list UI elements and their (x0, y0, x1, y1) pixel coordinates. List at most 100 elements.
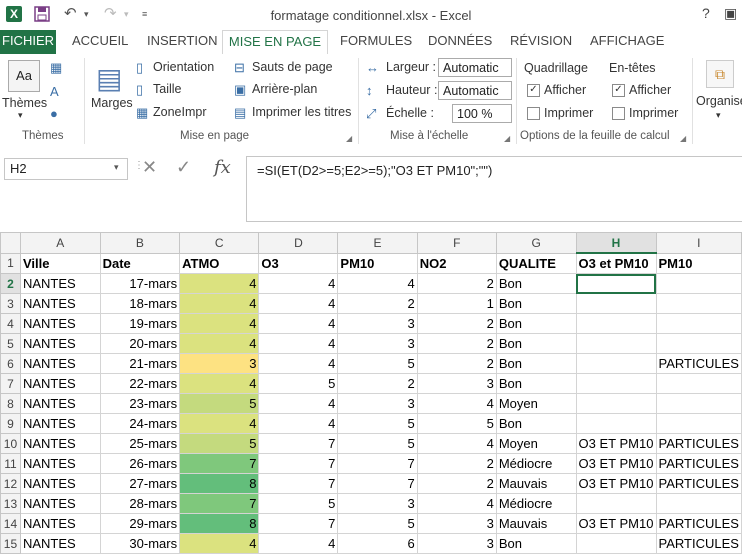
arrange-button[interactable]: Organiser (696, 94, 742, 108)
cell-no2[interactable]: 4 (416, 493, 497, 514)
row-header[interactable]: 7 (0, 373, 21, 394)
cell-ville[interactable]: NANTES (19, 393, 101, 414)
cell-pm[interactable]: PARTICULES (655, 353, 742, 374)
cell-ville[interactable]: NANTES (19, 493, 101, 514)
cell-o3[interactable]: 7 (258, 453, 339, 474)
cell-date[interactable]: 21-mars (99, 353, 181, 374)
header-cell-no2[interactable]: NO2 (416, 252, 497, 274)
cell-date[interactable]: 23-mars (99, 393, 181, 414)
cell-no2[interactable]: 2 (416, 313, 497, 334)
cell-no2[interactable]: 4 (416, 433, 497, 454)
cell-date[interactable]: 20-mars (99, 333, 181, 354)
cell-pm[interactable]: PARTICULES (655, 473, 742, 494)
cell-no2[interactable]: 3 (416, 513, 497, 534)
cell-o3pm10[interactable] (575, 373, 657, 394)
cell-pm10[interactable]: 5 (337, 413, 418, 434)
column-header-e[interactable]: E (337, 232, 418, 254)
cell-ville[interactable]: NANTES (19, 413, 101, 434)
fonts-icon[interactable]: A (50, 84, 59, 99)
cell-pm10[interactable]: 3 (337, 493, 418, 514)
row-header[interactable]: 3 (0, 293, 21, 314)
cell-o3[interactable]: 4 (258, 333, 339, 354)
gridlines-print-checkbox[interactable] (527, 107, 540, 120)
tab-revision[interactable]: RÉVISION (500, 30, 582, 54)
cell-o3pm10[interactable]: O3 ET PM10 (575, 453, 657, 474)
cell-date[interactable]: 25-mars (99, 433, 181, 454)
background-icon[interactable]: ▣ (234, 82, 246, 98)
cell-ville[interactable]: NANTES (19, 473, 101, 494)
cell-no2[interactable]: 2 (416, 453, 497, 474)
cell-atmo[interactable]: 4 (179, 373, 260, 394)
cell-o3pm10[interactable] (575, 313, 657, 334)
column-header-f[interactable]: F (416, 232, 497, 254)
colors-icon[interactable]: ▦ (50, 60, 62, 76)
width-select[interactable]: Automatic (438, 58, 512, 77)
sheet-options-launcher-icon[interactable]: ◢ (680, 134, 686, 143)
cell-pm[interactable]: PARTICULES (655, 533, 742, 554)
cell-ville[interactable]: NANTES (19, 513, 101, 534)
cell-date[interactable]: 29-mars (99, 513, 181, 534)
cell-atmo[interactable]: 7 (179, 453, 260, 474)
cell-qualite[interactable]: Moyen (495, 433, 577, 454)
column-header-h[interactable]: H (575, 232, 657, 254)
cell-qualite[interactable]: Moyen (495, 393, 577, 414)
cell-o3[interactable]: 4 (258, 413, 339, 434)
cell-atmo[interactable]: 8 (179, 513, 260, 534)
header-cell-pm10[interactable]: PM10 (337, 252, 418, 274)
cell-o3[interactable]: 4 (258, 533, 339, 554)
cell-ville[interactable]: NANTES (19, 353, 101, 374)
cell-qualite[interactable]: Mauvais (495, 473, 577, 494)
cell-date[interactable]: 27-mars (99, 473, 181, 494)
column-header-g[interactable]: G (495, 232, 577, 254)
cell-ville[interactable]: NANTES (19, 453, 101, 474)
cell-pm[interactable]: PARTICULES (655, 453, 742, 474)
column-header-a[interactable]: A (19, 232, 101, 254)
background-button[interactable]: Arrière-plan (252, 82, 317, 96)
ribbon-display-options-icon[interactable]: ▣ (724, 5, 737, 22)
cell-date[interactable]: 22-mars (99, 373, 181, 394)
cell-qualite[interactable]: Bon (495, 373, 577, 394)
cell-no2[interactable]: 3 (416, 373, 497, 394)
cell-pm[interactable] (655, 493, 742, 514)
column-header-d[interactable]: D (258, 232, 339, 254)
cell-qualite[interactable]: Bon (495, 533, 577, 554)
cell-pm10[interactable]: 4 (337, 273, 418, 294)
cell-date[interactable]: 17-mars (99, 273, 181, 294)
cell-o3[interactable]: 4 (258, 353, 339, 374)
cell-pm[interactable]: PARTICULES (655, 433, 742, 454)
cell-no2[interactable]: 2 (416, 473, 497, 494)
orientation-icon[interactable]: ▯ (136, 60, 143, 76)
tab-accueil[interactable]: ACCUEIL (62, 30, 138, 54)
cell-atmo[interactable]: 8 (179, 473, 260, 494)
tab-affichage[interactable]: AFFICHAGE (580, 30, 674, 54)
insert-function-icon[interactable]: fx (214, 157, 231, 178)
margins-icon[interactable]: ▤ (96, 62, 122, 95)
row-header[interactable]: 10 (0, 433, 21, 454)
header-cell-atmo[interactable]: ATMO (179, 252, 260, 274)
arrange-dropdown-icon[interactable]: ▾ (716, 110, 721, 121)
row-header[interactable]: 8 (0, 393, 21, 414)
cancel-icon[interactable]: ✕ (142, 157, 157, 178)
orientation-button[interactable]: Orientation (153, 60, 214, 74)
breaks-icon[interactable]: ⊟ (234, 60, 245, 76)
cell-qualite[interactable]: Médiocre (495, 493, 577, 514)
row-header[interactable]: 5 (0, 333, 21, 354)
cell-qualite[interactable]: Bon (495, 333, 577, 354)
cell-pm[interactable] (655, 373, 742, 394)
cell-o3[interactable]: 7 (258, 433, 339, 454)
cell-date[interactable]: 28-mars (99, 493, 181, 514)
row-header[interactable]: 11 (0, 453, 21, 474)
scale-launcher-icon[interactable]: ◢ (504, 134, 510, 143)
header-cell-ville[interactable]: Ville (19, 252, 101, 274)
header-cell-pm10-flag[interactable]: PM10 (655, 252, 742, 274)
cell-o3pm10[interactable] (575, 493, 657, 514)
themes-dropdown-icon[interactable]: ▾ (18, 110, 23, 121)
page-setup-launcher-icon[interactable]: ◢ (346, 134, 352, 143)
cell-pm10[interactable]: 6 (337, 533, 418, 554)
cell-no2[interactable]: 2 (416, 353, 497, 374)
cell-qualite[interactable]: Bon (495, 273, 577, 294)
row-header[interactable]: 15 (0, 533, 21, 554)
size-icon[interactable]: ▯ (136, 82, 143, 98)
tab-mise-en-page[interactable]: MISE EN PAGE (222, 30, 328, 56)
cell-no2[interactable]: 2 (416, 333, 497, 354)
